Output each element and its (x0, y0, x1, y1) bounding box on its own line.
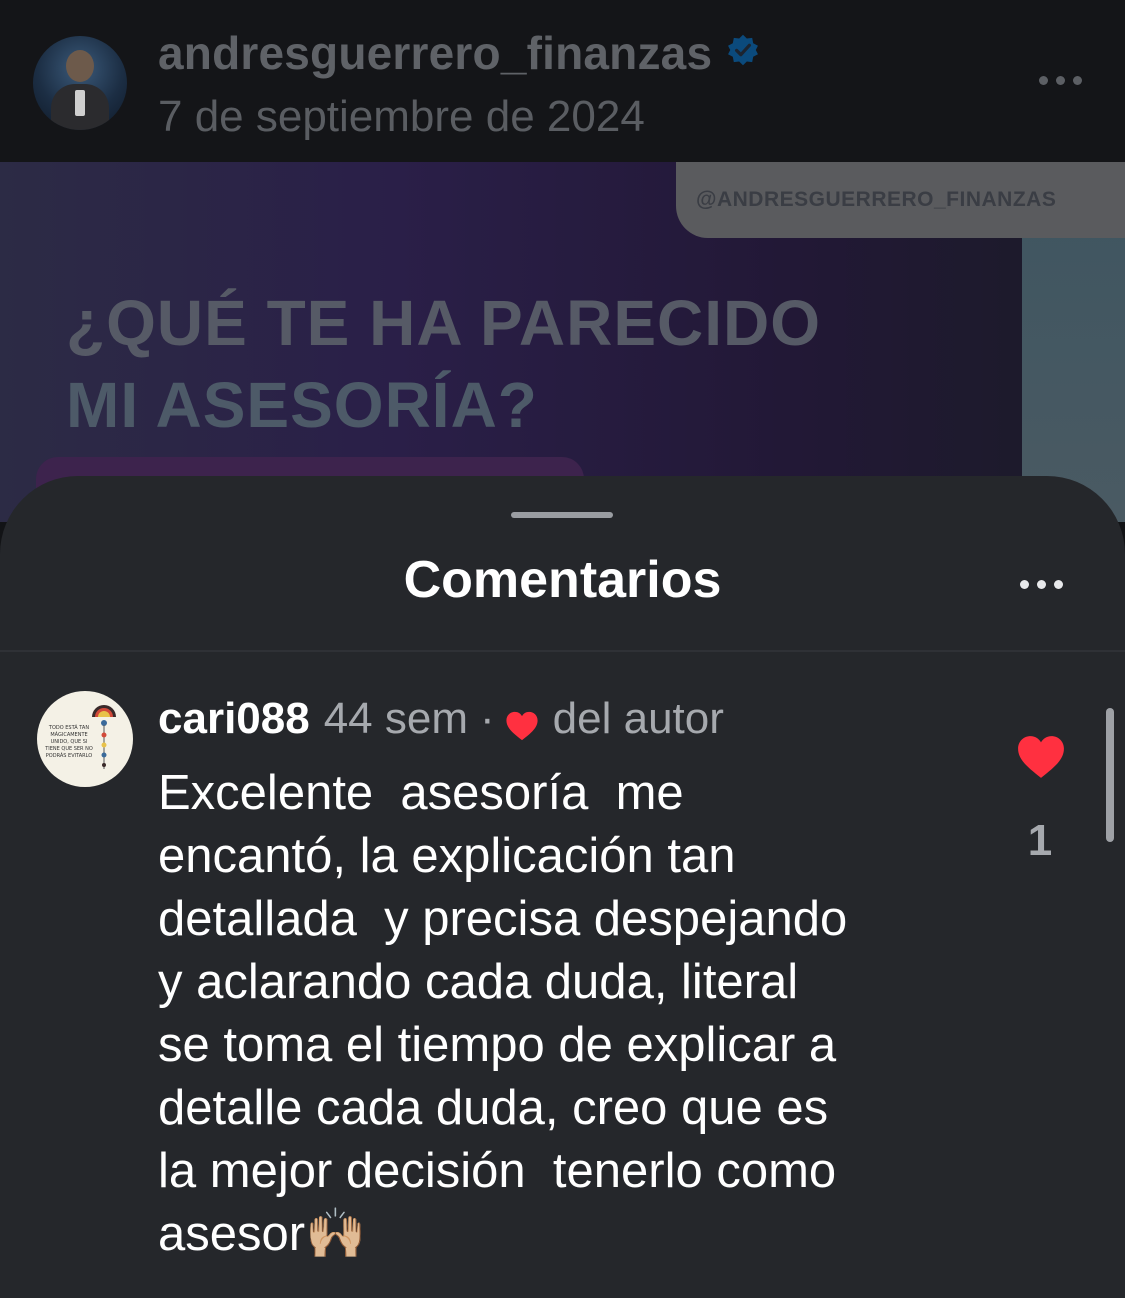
post-title-line2: MI ASESORÍA? (66, 369, 538, 441)
comments-scrollbar[interactable] (1106, 708, 1114, 842)
comment-meta: cari088 44 sem · del autor (158, 694, 724, 744)
author-liked-heart-icon (505, 703, 539, 741)
comment-like-heart-icon[interactable] (1016, 734, 1066, 780)
comment-text: Excelente asesoría me encantó, la explic… (158, 766, 848, 1261)
author-liked-label: del autor (552, 694, 724, 743)
comment-meta-separator: · (480, 694, 495, 743)
profile-avatar[interactable] (33, 36, 127, 130)
comments-sheet: Comentarios TODO ESTÁ TAN MÁGICAMENTE UN… (0, 476, 1125, 1298)
post-author-row[interactable]: andresguerrero_finanzas (158, 24, 760, 80)
comment-avatar[interactable]: TODO ESTÁ TAN MÁGICAMENTE UNIDO, QUE SI … (37, 691, 133, 787)
post-header: andresguerrero_finanzas 7 de septiembre … (0, 0, 1125, 162)
post-handle-tag: @ANDRESGUERRERO_FINANZAS (676, 162, 1125, 238)
comment-avatar-text: TODO ESTÁ TAN MÁGICAMENTE UNIDO, QUE SI … (45, 725, 93, 759)
comment-username[interactable]: cari088 (158, 694, 310, 744)
dreamcatcher-art-icon (92, 705, 116, 769)
verified-badge-icon (726, 24, 760, 66)
more-options-icon[interactable] (1032, 62, 1088, 98)
sheet-title: Comentarios (403, 551, 722, 609)
instagram-comments-screen: andresguerrero_finanzas 7 de septiembre … (0, 0, 1125, 1298)
comment-like-count[interactable]: 1 (1000, 816, 1080, 866)
sheet-divider (0, 650, 1125, 652)
sheet-drag-handle[interactable] (511, 512, 613, 518)
sheet-more-options-icon[interactable] (1013, 566, 1069, 602)
post-image[interactable]: @ANDRESGUERRERO_FINANZAS ¿QUÉ TE HA PARE… (0, 162, 1125, 522)
post-title-line1: ¿QUÉ TE HA PARECIDO (66, 287, 822, 359)
post-date: 7 de septiembre de 2024 (158, 92, 645, 141)
comment-time: 44 sem (323, 694, 468, 743)
post-image-title: ¿QUÉ TE HA PARECIDO MI ASESORÍA? (66, 282, 821, 446)
post-author-username[interactable]: andresguerrero_finanzas (158, 27, 712, 79)
